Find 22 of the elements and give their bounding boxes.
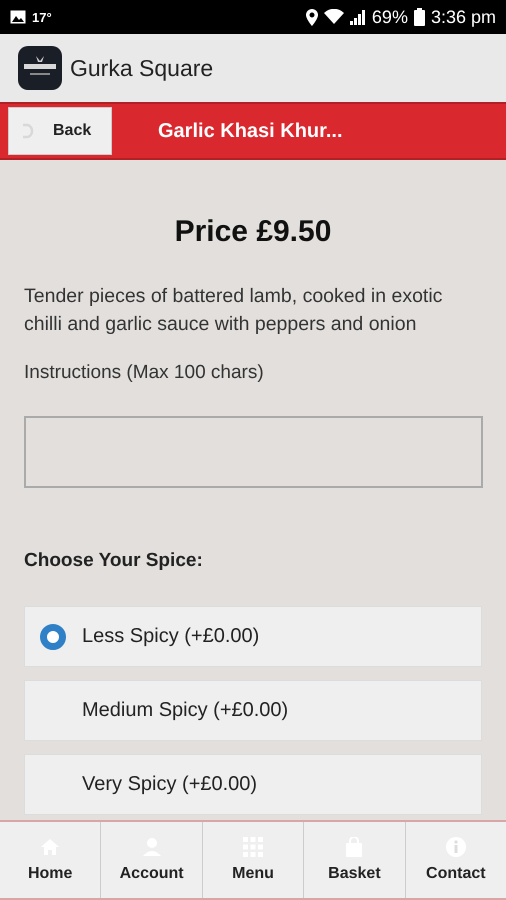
radio-button[interactable] bbox=[40, 624, 66, 650]
logo-icon bbox=[18, 46, 62, 90]
back-button[interactable]: Back bbox=[8, 107, 112, 155]
instructions-label: Instructions (Max 100 chars) bbox=[24, 362, 265, 384]
temperature: 17° bbox=[32, 10, 52, 24]
instructions-field[interactable] bbox=[24, 416, 483, 488]
spice-option[interactable]: Less Spicy (+£0.00) bbox=[24, 606, 482, 667]
location-icon bbox=[306, 8, 318, 26]
info-icon bbox=[446, 837, 466, 857]
battery-percent: 69% bbox=[372, 6, 408, 28]
price: Price £9.50 bbox=[174, 214, 332, 250]
clock: 3:36 pm bbox=[430, 6, 496, 28]
image-icon bbox=[10, 10, 26, 24]
spice-option[interactable]: Very Spicy (+£0.00) bbox=[24, 754, 482, 815]
description: Tender pieces of battered lamb, cooked in exotic chilli and garlic sauce with peppers and onion bbox=[24, 284, 444, 337]
dish-title: Garlic Khasi Khur... bbox=[158, 120, 343, 142]
wifi-icon bbox=[324, 9, 344, 25]
spice-option[interactable]: Medium Spicy (+£0.00) bbox=[24, 680, 482, 741]
signal-icon bbox=[350, 9, 366, 25]
app-title: Gurka Square bbox=[70, 54, 214, 82]
battery-icon bbox=[414, 8, 425, 26]
spice-heading: Choose Your Spice: bbox=[24, 550, 204, 572]
